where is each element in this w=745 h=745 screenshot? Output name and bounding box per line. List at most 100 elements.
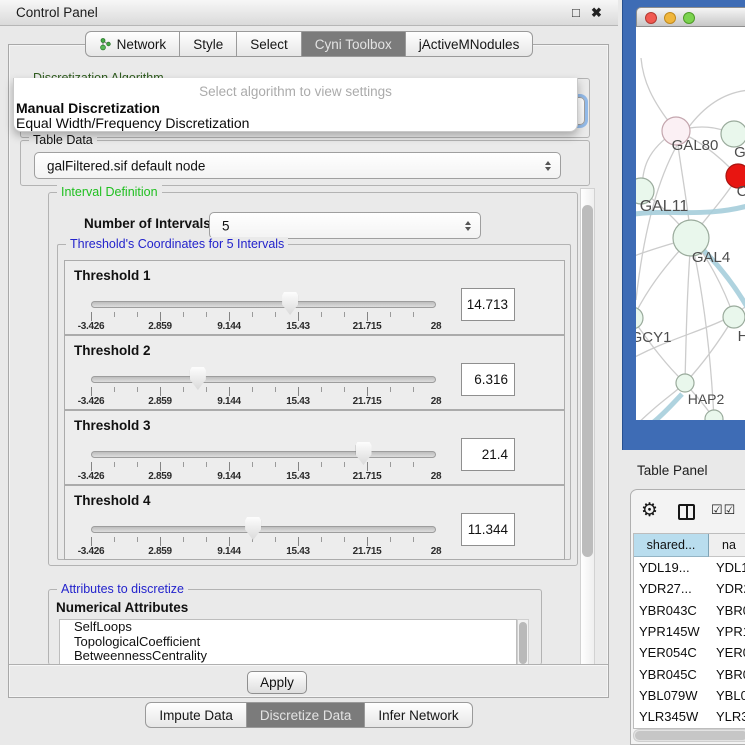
table-row[interactable]: YPR145WYPR1 — [634, 621, 745, 642]
scrollbar-thumb[interactable] — [635, 731, 745, 740]
slider-track[interactable] — [91, 451, 436, 458]
table-row[interactable]: YDL19...YDL1 — [634, 557, 745, 578]
table-row[interactable]: YBR045CYBR0 — [634, 663, 745, 684]
control-panel-tabbar: Network Style Select Cyni Toolbox jActiv… — [0, 31, 618, 57]
network-node[interactable] — [636, 307, 643, 329]
table-row[interactable]: YBR043CYBR0 — [634, 600, 745, 621]
panel-title: Control Panel — [16, 5, 98, 20]
slider-track[interactable] — [91, 376, 436, 383]
attribute-list-item[interactable]: SelfLoops — [60, 620, 516, 635]
threshold-label: Threshold 3 — [74, 418, 151, 433]
attribute-list-item[interactable]: BetweennessCentrality — [60, 649, 516, 664]
table-row[interactable]: YBL079WYBL0 — [634, 685, 745, 706]
shared-name-cell[interactable]: YBL079W — [634, 688, 709, 703]
dropdown-option-equal-width[interactable]: Equal Width/Frequency Discretization — [16, 115, 249, 131]
tick-label: 15.43 — [286, 321, 310, 332]
name-cell[interactable]: YBR0 — [709, 603, 745, 618]
threshold-1-slider[interactable]: -3.426 2.859 9.144 15.43 21.715 28 — [91, 289, 436, 333]
threshold-1-value-field[interactable] — [461, 288, 515, 321]
tab-select[interactable]: Select — [237, 31, 302, 57]
name-cell[interactable]: YPR1 — [709, 624, 745, 639]
table-row[interactable]: YLR345WYLR3 — [634, 706, 745, 727]
divider — [9, 664, 608, 666]
minimize-traffic-light[interactable] — [664, 12, 676, 24]
scrollbar-thumb[interactable] — [519, 622, 527, 664]
float-window-icon[interactable]: □ — [572, 7, 584, 19]
threshold-label: Threshold 4 — [74, 493, 151, 508]
threshold-2-value-field[interactable] — [461, 363, 515, 396]
slider-track[interactable] — [91, 301, 436, 308]
tab-infer-network[interactable]: Infer Network — [365, 702, 472, 728]
shared-name-cell[interactable]: YPR145W — [634, 624, 709, 639]
close-panel-icon[interactable]: ✖ — [591, 5, 602, 21]
tick-label: 15.43 — [286, 546, 310, 557]
name-cell[interactable]: YBR0 — [709, 667, 745, 682]
table-horizontal-scrollbar[interactable] — [633, 729, 745, 742]
network-node[interactable] — [723, 306, 745, 328]
tab-cyni-toolbox[interactable]: Cyni Toolbox — [302, 31, 406, 57]
column-header-name[interactable]: na — [709, 534, 745, 557]
name-cell[interactable]: YDR2 — [709, 581, 745, 596]
group-title: Attributes to discretize — [57, 582, 188, 596]
settings-scrollbar[interactable] — [580, 188, 595, 665]
shared-name-cell[interactable]: YBR043C — [634, 603, 709, 618]
attribute-list-item[interactable]: TopologicalCoefficient — [60, 635, 516, 650]
combo-value: 5 — [222, 218, 230, 233]
table-header-row: shared... na — [634, 534, 745, 557]
tab-jactivemnodules[interactable]: jActiveMNodules — [406, 31, 534, 57]
threshold-3-slider[interactable]: -3.426 2.859 9.144 15.43 21.715 28 — [91, 439, 436, 483]
table-row[interactable]: YER054CYER0 — [634, 642, 745, 663]
name-cell[interactable]: YER0 — [709, 645, 745, 660]
tick-label: -3.426 — [78, 321, 105, 332]
group-title: Table Data — [29, 133, 97, 147]
shared-name-cell[interactable]: YER054C — [634, 645, 709, 660]
table-data-combobox[interactable]: galFiltered.sif default node — [34, 152, 561, 179]
combo-value: galFiltered.sif default node — [47, 158, 205, 173]
tab-network[interactable]: Network — [85, 31, 181, 57]
name-cell[interactable]: YBL0 — [709, 688, 745, 703]
tick-label: 2.859 — [148, 396, 172, 407]
shared-name-cell[interactable]: YDR27... — [634, 581, 709, 596]
node-label: GCY1 — [636, 329, 671, 346]
network-node[interactable] — [676, 374, 694, 392]
zoom-traffic-light[interactable] — [683, 12, 695, 24]
tick-label: 2.859 — [148, 471, 172, 482]
network-canvas[interactable]: GAL80GCGAL11GAL4GCY1HHAP2 — [636, 27, 745, 420]
name-cell[interactable]: YLR3 — [709, 709, 745, 724]
threshold-4-panel: Threshold 4 -3.426 2.859 9.144 15.43 21.… — [64, 485, 565, 560]
column-layout-icon[interactable] — [678, 504, 695, 520]
name-cell[interactable]: YDL1 — [709, 560, 745, 575]
column-header-shared-name[interactable]: shared... — [634, 534, 709, 557]
close-traffic-light[interactable] — [645, 12, 657, 24]
column-checkbox-icons[interactable]: ☑☑ — [711, 502, 736, 518]
scrollbar-thumb[interactable] — [582, 205, 593, 557]
tab-discretize-data[interactable]: Discretize Data — [247, 702, 366, 728]
network-node[interactable] — [705, 410, 723, 420]
table-row[interactable]: YDR27...YDR2 — [634, 578, 745, 599]
tab-style[interactable]: Style — [180, 31, 237, 57]
tab-label: Select — [250, 37, 288, 52]
network-graph: GAL80GCGAL11GAL4GCY1HHAP2 — [636, 27, 745, 420]
shared-name-cell[interactable]: YBR045C — [634, 667, 709, 682]
tab-label: Cyni Toolbox — [315, 37, 392, 52]
threshold-3-value-field[interactable] — [461, 438, 515, 471]
attributes-list[interactable]: SelfLoopsTopologicalCoefficientBetweenne… — [59, 619, 517, 666]
group-title: Interval Definition — [57, 185, 162, 199]
combo-spinner-icon — [545, 161, 551, 171]
control-panel-titlebar: Control Panel □ ✖ — [0, 0, 618, 26]
threshold-2-slider[interactable]: -3.426 2.859 9.144 15.43 21.715 28 — [91, 364, 436, 408]
apply-button[interactable]: Apply — [247, 671, 307, 694]
number-of-intervals-combobox[interactable]: 5 — [209, 212, 481, 239]
threshold-4-slider[interactable]: -3.426 2.859 9.144 15.43 21.715 28 — [91, 514, 436, 558]
tab-label: Network — [117, 37, 167, 52]
gear-icon[interactable]: ⚙ — [641, 499, 658, 522]
threshold-label: Threshold 2 — [74, 343, 151, 358]
slider-track[interactable] — [91, 526, 436, 533]
tick-label: 2.859 — [148, 546, 172, 557]
threshold-4-value-field[interactable] — [461, 513, 515, 546]
shared-name-cell[interactable]: YLR345W — [634, 709, 709, 724]
shared-name-cell[interactable]: YDL19... — [634, 560, 709, 575]
attributes-list-scrollbar[interactable] — [517, 619, 529, 666]
tab-impute-data[interactable]: Impute Data — [145, 702, 247, 728]
dropdown-option-manual[interactable]: Manual Discretization — [16, 100, 160, 116]
